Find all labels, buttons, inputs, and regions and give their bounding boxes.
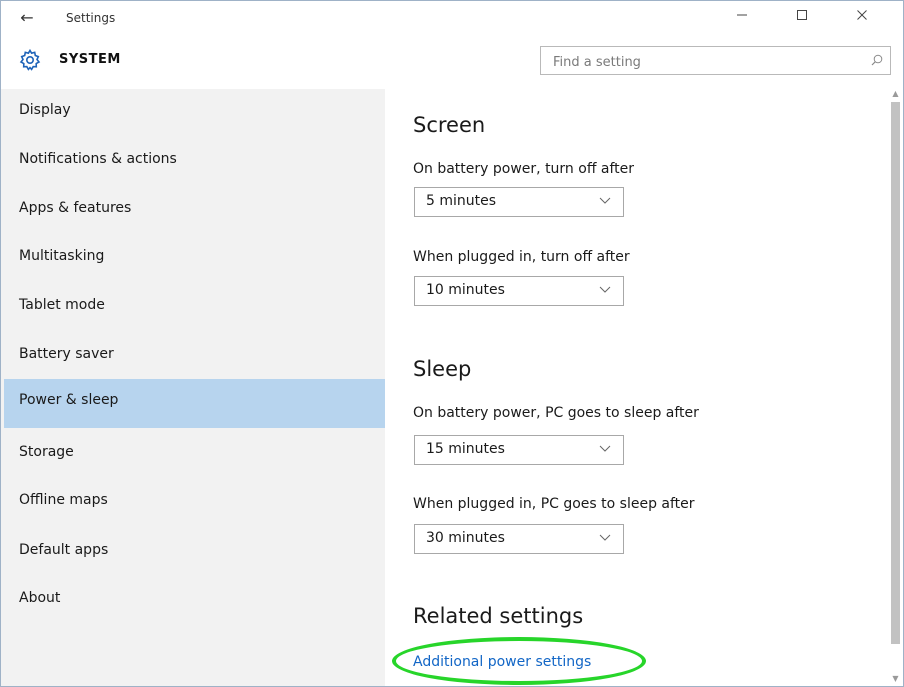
screen-plugged-label: When plugged in, turn off after	[413, 249, 630, 265]
maximize-icon	[797, 10, 807, 20]
sidebar-item-label: Power & sleep	[19, 392, 119, 408]
page-header: SYSTEM	[1, 35, 903, 89]
screen-battery-dropdown[interactable]: 5 minutes	[414, 187, 624, 217]
sidebar-item-tablet-mode[interactable]: Tablet mode	[1, 284, 385, 332]
dropdown-value: 30 minutes	[426, 530, 505, 546]
chevron-down-icon	[599, 286, 611, 293]
sidebar-item-label: Storage	[19, 444, 74, 460]
sidebar-item-multitasking[interactable]: Multitasking	[1, 235, 385, 283]
sidebar-item-notifications[interactable]: Notifications & actions	[1, 138, 385, 186]
related-settings-heading: Related settings	[413, 604, 584, 628]
sidebar-item-label: Multitasking	[19, 248, 105, 264]
search-box[interactable]	[540, 46, 891, 75]
sidebar-item-label: Apps & features	[19, 200, 132, 216]
sidebar-item-apps-features[interactable]: Apps & features	[1, 187, 385, 235]
sidebar-item-storage[interactable]: Storage	[1, 431, 385, 479]
scroll-down-icon[interactable]: ▼	[891, 674, 900, 684]
screen-plugged-dropdown[interactable]: 10 minutes	[414, 276, 624, 306]
screen-heading: Screen	[413, 113, 486, 137]
sidebar-item-label: Notifications & actions	[19, 151, 177, 167]
screen-battery-label: On battery power, turn off after	[413, 161, 635, 177]
sidebar: Display Notifications & actions Apps & f…	[1, 89, 385, 686]
window-title: Settings	[66, 11, 116, 25]
sidebar-item-offline-maps[interactable]: Offline maps	[1, 479, 385, 527]
search-input[interactable]	[551, 51, 855, 73]
dropdown-value: 15 minutes	[426, 441, 505, 457]
close-icon	[857, 10, 867, 20]
dropdown-value: 10 minutes	[426, 282, 505, 298]
sidebar-item-default-apps[interactable]: Default apps	[1, 529, 385, 577]
gear-icon	[19, 48, 41, 71]
back-arrow-icon[interactable]: ←	[15, 7, 39, 29]
sleep-plugged-dropdown[interactable]: 30 minutes	[414, 524, 624, 554]
dropdown-value: 5 minutes	[426, 193, 497, 209]
sidebar-item-label: Battery saver	[19, 346, 114, 362]
sleep-heading: Sleep	[413, 357, 472, 381]
sidebar-item-power-sleep[interactable]: Power & sleep	[4, 379, 385, 428]
vertical-scrollbar[interactable]: ▲ ▼	[888, 89, 903, 686]
settings-window: ← Settings SYSTEM Display No	[0, 0, 904, 687]
scroll-up-icon[interactable]: ▲	[891, 89, 900, 99]
minimize-icon	[737, 14, 747, 16]
maximize-button[interactable]	[779, 1, 825, 35]
minimize-button[interactable]	[719, 1, 765, 35]
sidebar-item-label: Tablet mode	[19, 297, 105, 313]
sidebar-item-about[interactable]: About	[1, 577, 385, 625]
main-content: Screen On battery power, turn off after …	[385, 89, 903, 686]
sidebar-item-battery-saver[interactable]: Battery saver	[1, 333, 385, 381]
sleep-battery-label: On battery power, PC goes to sleep after	[413, 405, 699, 421]
page-title: SYSTEM	[59, 52, 121, 67]
chevron-down-icon	[599, 534, 611, 541]
sidebar-item-label: Offline maps	[19, 492, 108, 508]
chevron-down-icon	[599, 445, 611, 452]
additional-power-settings-link[interactable]: Additional power settings	[413, 654, 591, 670]
close-button[interactable]	[839, 1, 885, 35]
sidebar-item-label: Display	[19, 102, 71, 118]
sidebar-item-label: Default apps	[19, 542, 109, 558]
search-icon[interactable]	[870, 53, 884, 67]
sidebar-item-display[interactable]: Display	[1, 89, 385, 137]
sleep-battery-dropdown[interactable]: 15 minutes	[414, 435, 624, 465]
sleep-plugged-label: When plugged in, PC goes to sleep after	[413, 496, 695, 512]
scroll-thumb[interactable]	[891, 102, 900, 644]
chevron-down-icon	[599, 197, 611, 204]
title-bar: ← Settings	[1, 1, 903, 35]
sidebar-item-label: About	[19, 590, 61, 606]
